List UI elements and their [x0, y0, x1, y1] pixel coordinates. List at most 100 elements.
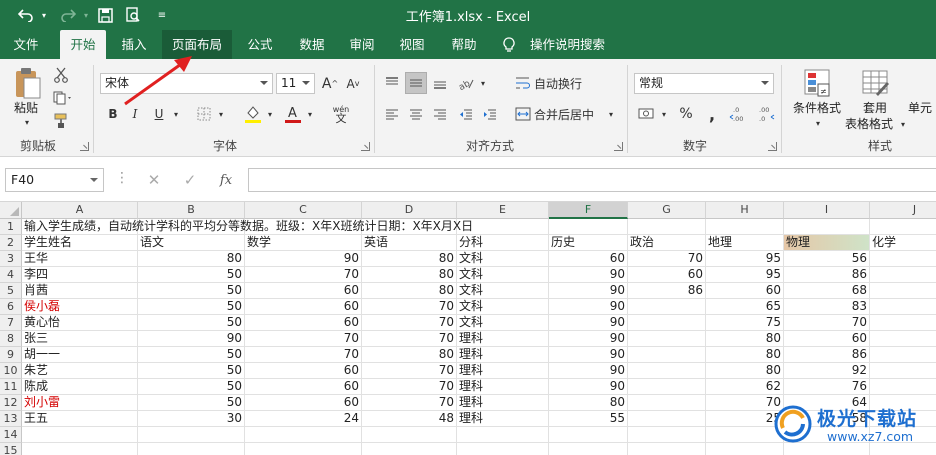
data-cell[interactable]: 70: [245, 331, 362, 347]
align-right-icon[interactable]: [429, 103, 451, 125]
data-cell[interactable]: 理科: [457, 411, 549, 427]
student-name-cell[interactable]: 胡一一: [22, 347, 138, 363]
data-cell[interactable]: 70: [245, 267, 362, 283]
wrap-text-icon[interactable]: [514, 72, 532, 94]
row-header-9[interactable]: 9: [0, 347, 22, 363]
header-cell-a[interactable]: 学生姓名: [22, 235, 138, 251]
conditional-format-dropdown-icon[interactable]: ▾: [808, 117, 828, 129]
column-header-h[interactable]: H: [706, 202, 784, 219]
data-cell[interactable]: 80: [362, 283, 457, 299]
tab-file[interactable]: 文件: [6, 30, 46, 59]
conditional-format-icon[interactable]: ≠: [800, 67, 834, 99]
cut-icon[interactable]: [50, 65, 72, 85]
align-top-icon[interactable]: [381, 72, 403, 94]
fill-color-dropdown-icon[interactable]: ▾: [264, 104, 276, 124]
cell[interactable]: [870, 267, 936, 283]
data-cell[interactable]: 50: [138, 315, 245, 331]
tell-me-search[interactable]: 操作说明搜索: [502, 30, 605, 59]
orientation-icon[interactable]: ab: [455, 72, 477, 94]
student-name-cell[interactable]: 刘小雷: [22, 395, 138, 411]
data-cell[interactable]: 90: [549, 363, 628, 379]
data-cell[interactable]: 50: [138, 267, 245, 283]
column-header-f[interactable]: F: [549, 202, 628, 219]
header-cell-j[interactable]: 化学: [870, 235, 936, 251]
column-header-a[interactable]: A: [22, 202, 138, 219]
column-header-i[interactable]: I: [784, 202, 870, 219]
data-cell[interactable]: 60: [245, 315, 362, 331]
data-cell[interactable]: 95: [706, 251, 784, 267]
data-cell[interactable]: 80: [706, 347, 784, 363]
data-cell[interactable]: 70: [362, 395, 457, 411]
column-header-g[interactable]: G: [628, 202, 706, 219]
data-cell[interactable]: 70: [245, 347, 362, 363]
data-cell[interactable]: 90: [549, 331, 628, 347]
cell[interactable]: [549, 427, 628, 443]
data-cell[interactable]: 48: [362, 411, 457, 427]
data-cell[interactable]: 90: [549, 379, 628, 395]
data-cell[interactable]: 60: [245, 363, 362, 379]
tab-formulas[interactable]: 公式: [240, 30, 280, 59]
formula-bar-handle-icon[interactable]: ⋮: [115, 170, 129, 186]
header-cell-c[interactable]: 数学: [245, 235, 362, 251]
format-as-table-label-2[interactable]: 表格格式: [838, 117, 900, 132]
cell[interactable]: [549, 219, 628, 235]
data-cell[interactable]: 80: [706, 331, 784, 347]
data-cell[interactable]: 70: [784, 315, 870, 331]
data-cell[interactable]: 92: [784, 363, 870, 379]
cell[interactable]: [549, 443, 628, 455]
cell[interactable]: [245, 443, 362, 455]
row-header-11[interactable]: 11: [0, 379, 22, 395]
increase-indent-icon[interactable]: [479, 103, 501, 125]
font-launcher-icon[interactable]: [361, 142, 370, 151]
header-cell-d[interactable]: 英语: [362, 235, 457, 251]
row-header-7[interactable]: 7: [0, 315, 22, 331]
student-name-cell[interactable]: 张三: [22, 331, 138, 347]
cell[interactable]: [706, 219, 784, 235]
data-cell[interactable]: 80: [362, 347, 457, 363]
data-cell[interactable]: 80: [362, 267, 457, 283]
row-header-13[interactable]: 13: [0, 411, 22, 427]
data-cell[interactable]: 90: [245, 251, 362, 267]
data-cell[interactable]: 60: [549, 251, 628, 267]
row-header-6[interactable]: 6: [0, 299, 22, 315]
decrease-decimal-icon[interactable]: .00.0: [754, 103, 776, 125]
tab-view[interactable]: 视图: [392, 30, 432, 59]
row-header-15[interactable]: 15: [0, 443, 22, 455]
student-name-cell[interactable]: 黄心怡: [22, 315, 138, 331]
data-cell[interactable]: 理科: [457, 347, 549, 363]
cell[interactable]: [784, 219, 870, 235]
align-left-icon[interactable]: [381, 103, 403, 125]
merge-center-icon[interactable]: [514, 103, 532, 125]
cell[interactable]: [870, 379, 936, 395]
cell-styles-button[interactable]: 单元: [908, 101, 936, 116]
clipboard-launcher-icon[interactable]: [80, 142, 89, 151]
insert-function-icon[interactable]: fx: [213, 168, 239, 192]
cancel-icon[interactable]: ✕: [141, 168, 167, 192]
data-cell[interactable]: 86: [784, 347, 870, 363]
header-cell-b[interactable]: 语文: [138, 235, 245, 251]
row-header-10[interactable]: 10: [0, 363, 22, 379]
data-cell[interactable]: 90: [549, 347, 628, 363]
data-cell[interactable]: 理科: [457, 379, 549, 395]
cell[interactable]: [22, 427, 138, 443]
font-size-combo[interactable]: 11: [276, 73, 315, 94]
align-center-icon[interactable]: [405, 103, 427, 125]
format-as-table-label-1[interactable]: 套用: [850, 101, 900, 116]
cell[interactable]: [870, 283, 936, 299]
comma-style-icon[interactable]: ,: [702, 103, 722, 125]
data-cell[interactable]: 75: [706, 315, 784, 331]
cell[interactable]: [870, 251, 936, 267]
phonetic-guide-button[interactable]: wén 文: [326, 103, 356, 125]
row-header-3[interactable]: 3: [0, 251, 22, 267]
data-cell[interactable]: 62: [706, 379, 784, 395]
data-cell[interactable]: 60: [245, 379, 362, 395]
tab-review[interactable]: 审阅: [342, 30, 382, 59]
name-box[interactable]: F40: [5, 168, 104, 192]
enter-icon[interactable]: ✓: [177, 168, 203, 192]
data-cell[interactable]: 50: [138, 347, 245, 363]
data-cell[interactable]: 90: [138, 331, 245, 347]
number-format-combo[interactable]: 常规: [634, 73, 774, 94]
header-cell-h[interactable]: 地理: [706, 235, 784, 251]
orientation-dropdown-icon[interactable]: ▾: [477, 73, 489, 93]
column-header-e[interactable]: E: [457, 202, 549, 219]
